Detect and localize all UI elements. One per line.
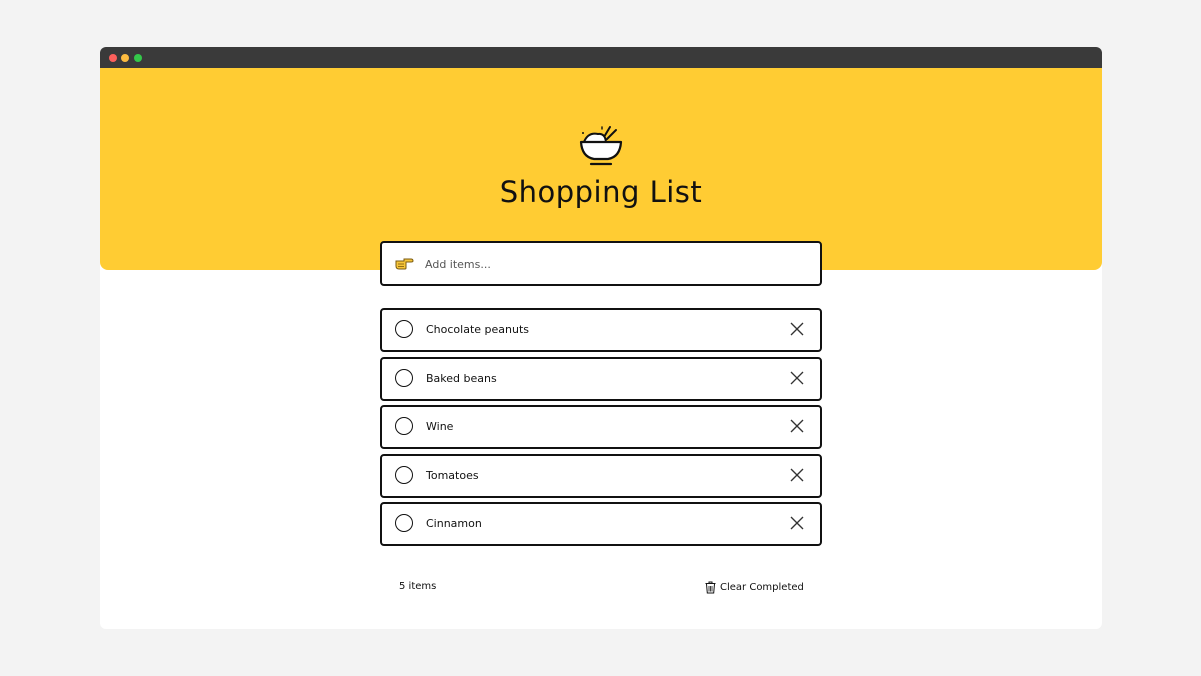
close-window-button[interactable] — [109, 54, 117, 62]
bowl-icon — [579, 126, 623, 166]
complete-checkbox[interactable] — [395, 514, 413, 533]
list-item-label: Tomatoes — [426, 468, 479, 482]
maximize-window-button[interactable] — [134, 54, 142, 62]
shopping-list: Chocolate peanuts Baked beans Wine Tomat… — [380, 308, 822, 551]
list-item-label: Wine — [426, 420, 454, 434]
clear-completed-button[interactable]: Clear Completed — [705, 579, 804, 595]
page-title: Shopping List — [499, 175, 703, 209]
complete-checkbox[interactable] — [395, 417, 413, 436]
close-icon[interactable] — [790, 371, 804, 385]
add-item-input[interactable] — [425, 253, 805, 275]
close-icon[interactable] — [790, 516, 804, 530]
clear-completed-label: Clear Completed — [720, 581, 804, 593]
close-icon[interactable] — [790, 322, 804, 336]
close-icon[interactable] — [790, 468, 804, 482]
complete-checkbox[interactable] — [395, 465, 413, 484]
minimize-window-button[interactable] — [121, 54, 129, 62]
complete-checkbox[interactable] — [395, 368, 413, 387]
list-item: Tomatoes — [380, 453, 822, 498]
window-titlebar — [100, 47, 1102, 68]
list-item-label: Baked beans — [426, 371, 497, 385]
header-banner: Shopping List — [100, 68, 1102, 270]
list-item: Wine — [380, 405, 822, 450]
list-item-label: Cinnamon — [426, 517, 482, 531]
pointing-hand-icon — [395, 258, 414, 270]
item-count: 5 items — [399, 581, 437, 592]
app-window: Shopping List Chocolate peanuts Baked be… — [100, 47, 1102, 629]
list-item: Chocolate peanuts — [380, 308, 822, 352]
list-item-label: Chocolate peanuts — [426, 323, 530, 336]
close-icon[interactable] — [790, 419, 804, 433]
add-item-box[interactable] — [380, 241, 822, 286]
list-item: Baked beans — [380, 356, 822, 401]
complete-checkbox[interactable] — [395, 320, 413, 338]
list-item: Cinnamon — [380, 502, 822, 547]
trash-icon — [705, 581, 716, 593]
